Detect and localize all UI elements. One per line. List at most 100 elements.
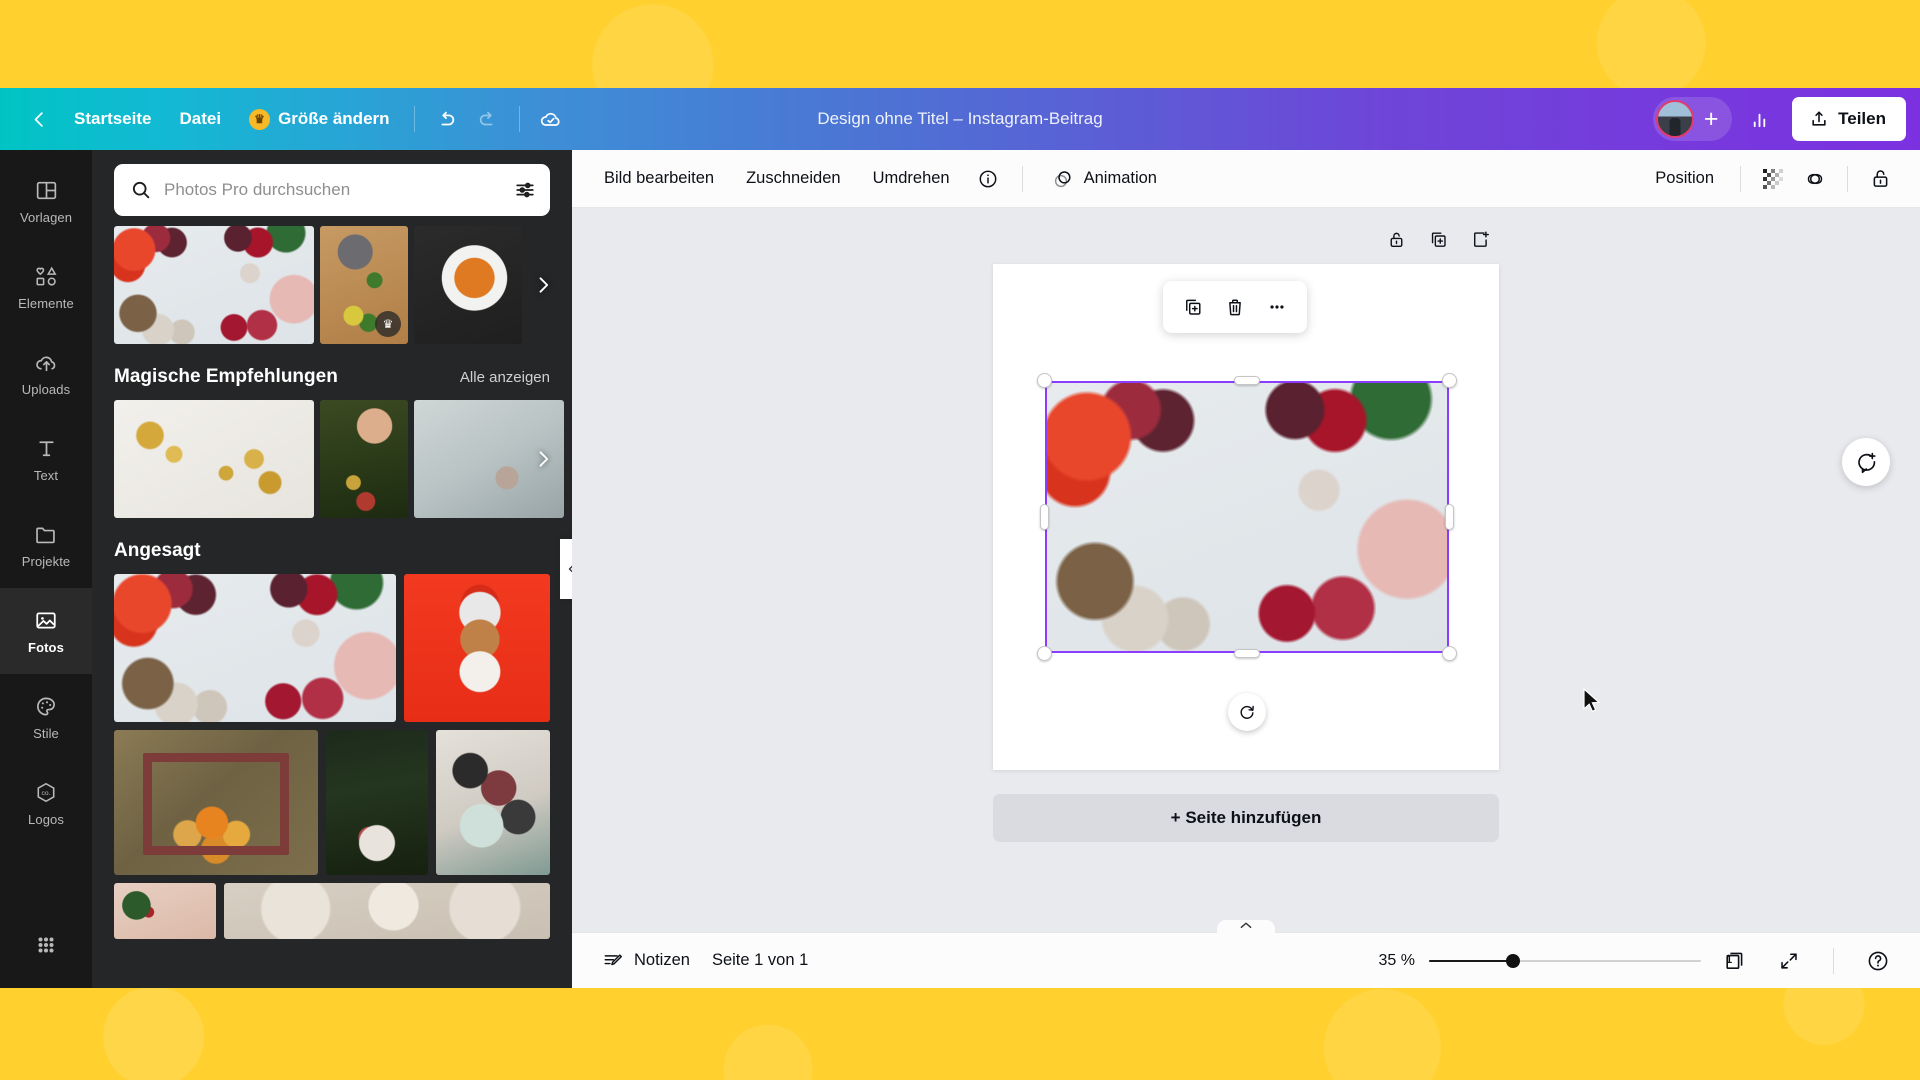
add-page-button[interactable] [1461,220,1499,258]
resize-handle-right[interactable] [1445,504,1454,530]
sidebar-item-elemente[interactable]: Elemente [0,244,92,330]
canva-editor-window: Startseite Datei ♛ Größe ändern Design o… [0,88,1920,988]
canvas-area[interactable]: + Seite hinzufügen [572,208,1920,932]
sidebar-item-stile[interactable]: Stile [0,674,92,760]
resize-handle-top[interactable] [1234,376,1260,385]
sidebar-item-uploads[interactable]: Uploads [0,330,92,416]
share-button[interactable]: Teilen [1792,97,1906,141]
text-icon [38,440,54,456]
duplicate-page-button[interactable] [1419,220,1457,258]
photo-icon [36,612,56,628]
sidebar-item-vorlagen[interactable]: Vorlagen [0,158,92,244]
zoom-slider-thumb[interactable] [1506,953,1521,968]
page-manager-button[interactable]: 1 [1715,941,1755,981]
expand-page-panel-button[interactable] [1217,920,1275,934]
transparency-button[interactable] [1753,159,1793,199]
sidebar-item-text[interactable]: Text [0,416,92,502]
resize-handle-bottom-left[interactable] [1037,646,1052,661]
avatar[interactable] [1656,100,1695,138]
lock-open-icon [1390,232,1402,247]
edit-image-button[interactable]: Bild bearbeiten [590,159,728,199]
photo-dog-santa-hat[interactable] [404,574,550,722]
photo-family-portrait[interactable] [436,730,550,875]
element-floating-toolbar [1163,281,1307,333]
upload-icon [1812,111,1826,126]
link-button[interactable] [1795,159,1835,199]
resize-handle-bottom-right[interactable] [1442,646,1457,661]
editor-body: Vorlagen Elemente Uploads Text Projekte [0,150,1920,988]
more-options-button[interactable] [1257,288,1297,326]
position-button[interactable]: Position [1641,159,1728,199]
resize-handle-top-left[interactable] [1037,373,1052,388]
photo-table-setting[interactable] [224,883,550,939]
resize-handle-bottom[interactable] [1234,649,1260,658]
redo-button[interactable] [467,99,509,139]
grid-row [114,730,550,875]
photo-gold-ornaments[interactable] [114,400,314,518]
photo-pasta-plate[interactable] [414,226,522,344]
fullscreen-button[interactable] [1769,941,1809,981]
context-toolbar-right: Position [1641,159,1900,199]
notes-button[interactable]: Notizen [590,942,702,980]
lock-button[interactable] [1860,159,1900,199]
christmas-flatlay-image[interactable] [1045,381,1449,653]
resize-handle-left[interactable] [1040,504,1049,530]
photo-family-tree-farm[interactable] [326,730,428,875]
lock-page-button[interactable] [1377,220,1415,258]
collapse-panel-button[interactable] [560,539,572,599]
document-title[interactable]: Design ohne Titel – Instagram-Beitrag [817,109,1102,129]
delete-element-button[interactable] [1215,288,1255,326]
apps-button[interactable] [0,916,92,974]
palette-icon [37,697,55,715]
section-link-alle-anzeigen[interactable]: Alle anzeigen [460,369,550,386]
crop-button[interactable]: Zuschneiden [732,159,854,199]
sidebar-item-logos[interactable]: co. Logos [0,760,92,846]
top-carousel-next-button[interactable] [528,270,558,300]
search-input[interactable] [164,180,502,200]
top-bar-right-group: + Teilen [1653,97,1906,141]
resize-button[interactable]: ♛ Größe ändern [235,99,403,139]
sidebar-item-projekte[interactable]: Projekte [0,502,92,588]
sidebar-item-fotos[interactable]: Fotos [0,588,92,674]
sidebar-label-uploads: Uploads [21,381,71,397]
rotate-handle[interactable] [1228,693,1266,731]
image-info-button[interactable] [968,159,1008,199]
home-button[interactable]: Startseite [60,99,165,139]
photo-pumpkins-frame[interactable] [114,730,318,875]
insights-button[interactable] [1738,99,1780,139]
photo-christmas-flatlay-2[interactable] [114,574,396,722]
editor-column: Bild bearbeiten Zuschneiden Umdrehen Ani… [572,150,1920,988]
zoom-slider[interactable] [1429,952,1701,970]
duplicate-element-button[interactable] [1173,288,1213,326]
flip-button[interactable]: Umdrehen [859,159,964,199]
toolbar-divider-1 [413,106,415,132]
sidebar-label-fotos: Fotos [28,639,64,655]
photo-christmas-flatlay[interactable] [114,226,314,344]
selected-element[interactable] [1037,281,1457,731]
help-button[interactable] [1858,941,1898,981]
animation-button[interactable]: Animation [1037,159,1171,199]
filter-sliders-icon[interactable] [514,179,536,201]
resize-handle-top-right[interactable] [1442,373,1457,388]
search-box[interactable] [114,164,550,216]
photo-cooking-hands[interactable]: ♛ [320,226,408,344]
back-button[interactable] [18,99,60,139]
transparency-checker-icon [1763,168,1783,189]
expand-icon [1781,952,1797,969]
design-page[interactable] [993,264,1499,770]
folder-icon [36,527,55,543]
cloud-save-status-button[interactable] [530,99,572,139]
undo-button[interactable] [425,99,467,139]
file-menu-button[interactable]: Datei [165,99,235,139]
sidebar-label-elemente: Elemente [18,295,74,311]
add-comment-button[interactable] [1842,438,1890,486]
photo-decorating-tree[interactable] [320,400,408,518]
panel-scroll-region[interactable]: ♛ Magische Empfehlungen Alle anzeigen An… [92,226,572,988]
photo-berry-branch[interactable] [114,883,216,939]
rotate-icon [1240,705,1254,719]
redo-icon [479,111,493,126]
magische-empfehlungen-next-button[interactable] [528,444,558,474]
add-collaborator-button[interactable]: + [1694,102,1728,136]
collaborators-group[interactable]: + [1653,97,1733,141]
add-page-bar-button[interactable]: + Seite hinzufügen [993,794,1499,842]
